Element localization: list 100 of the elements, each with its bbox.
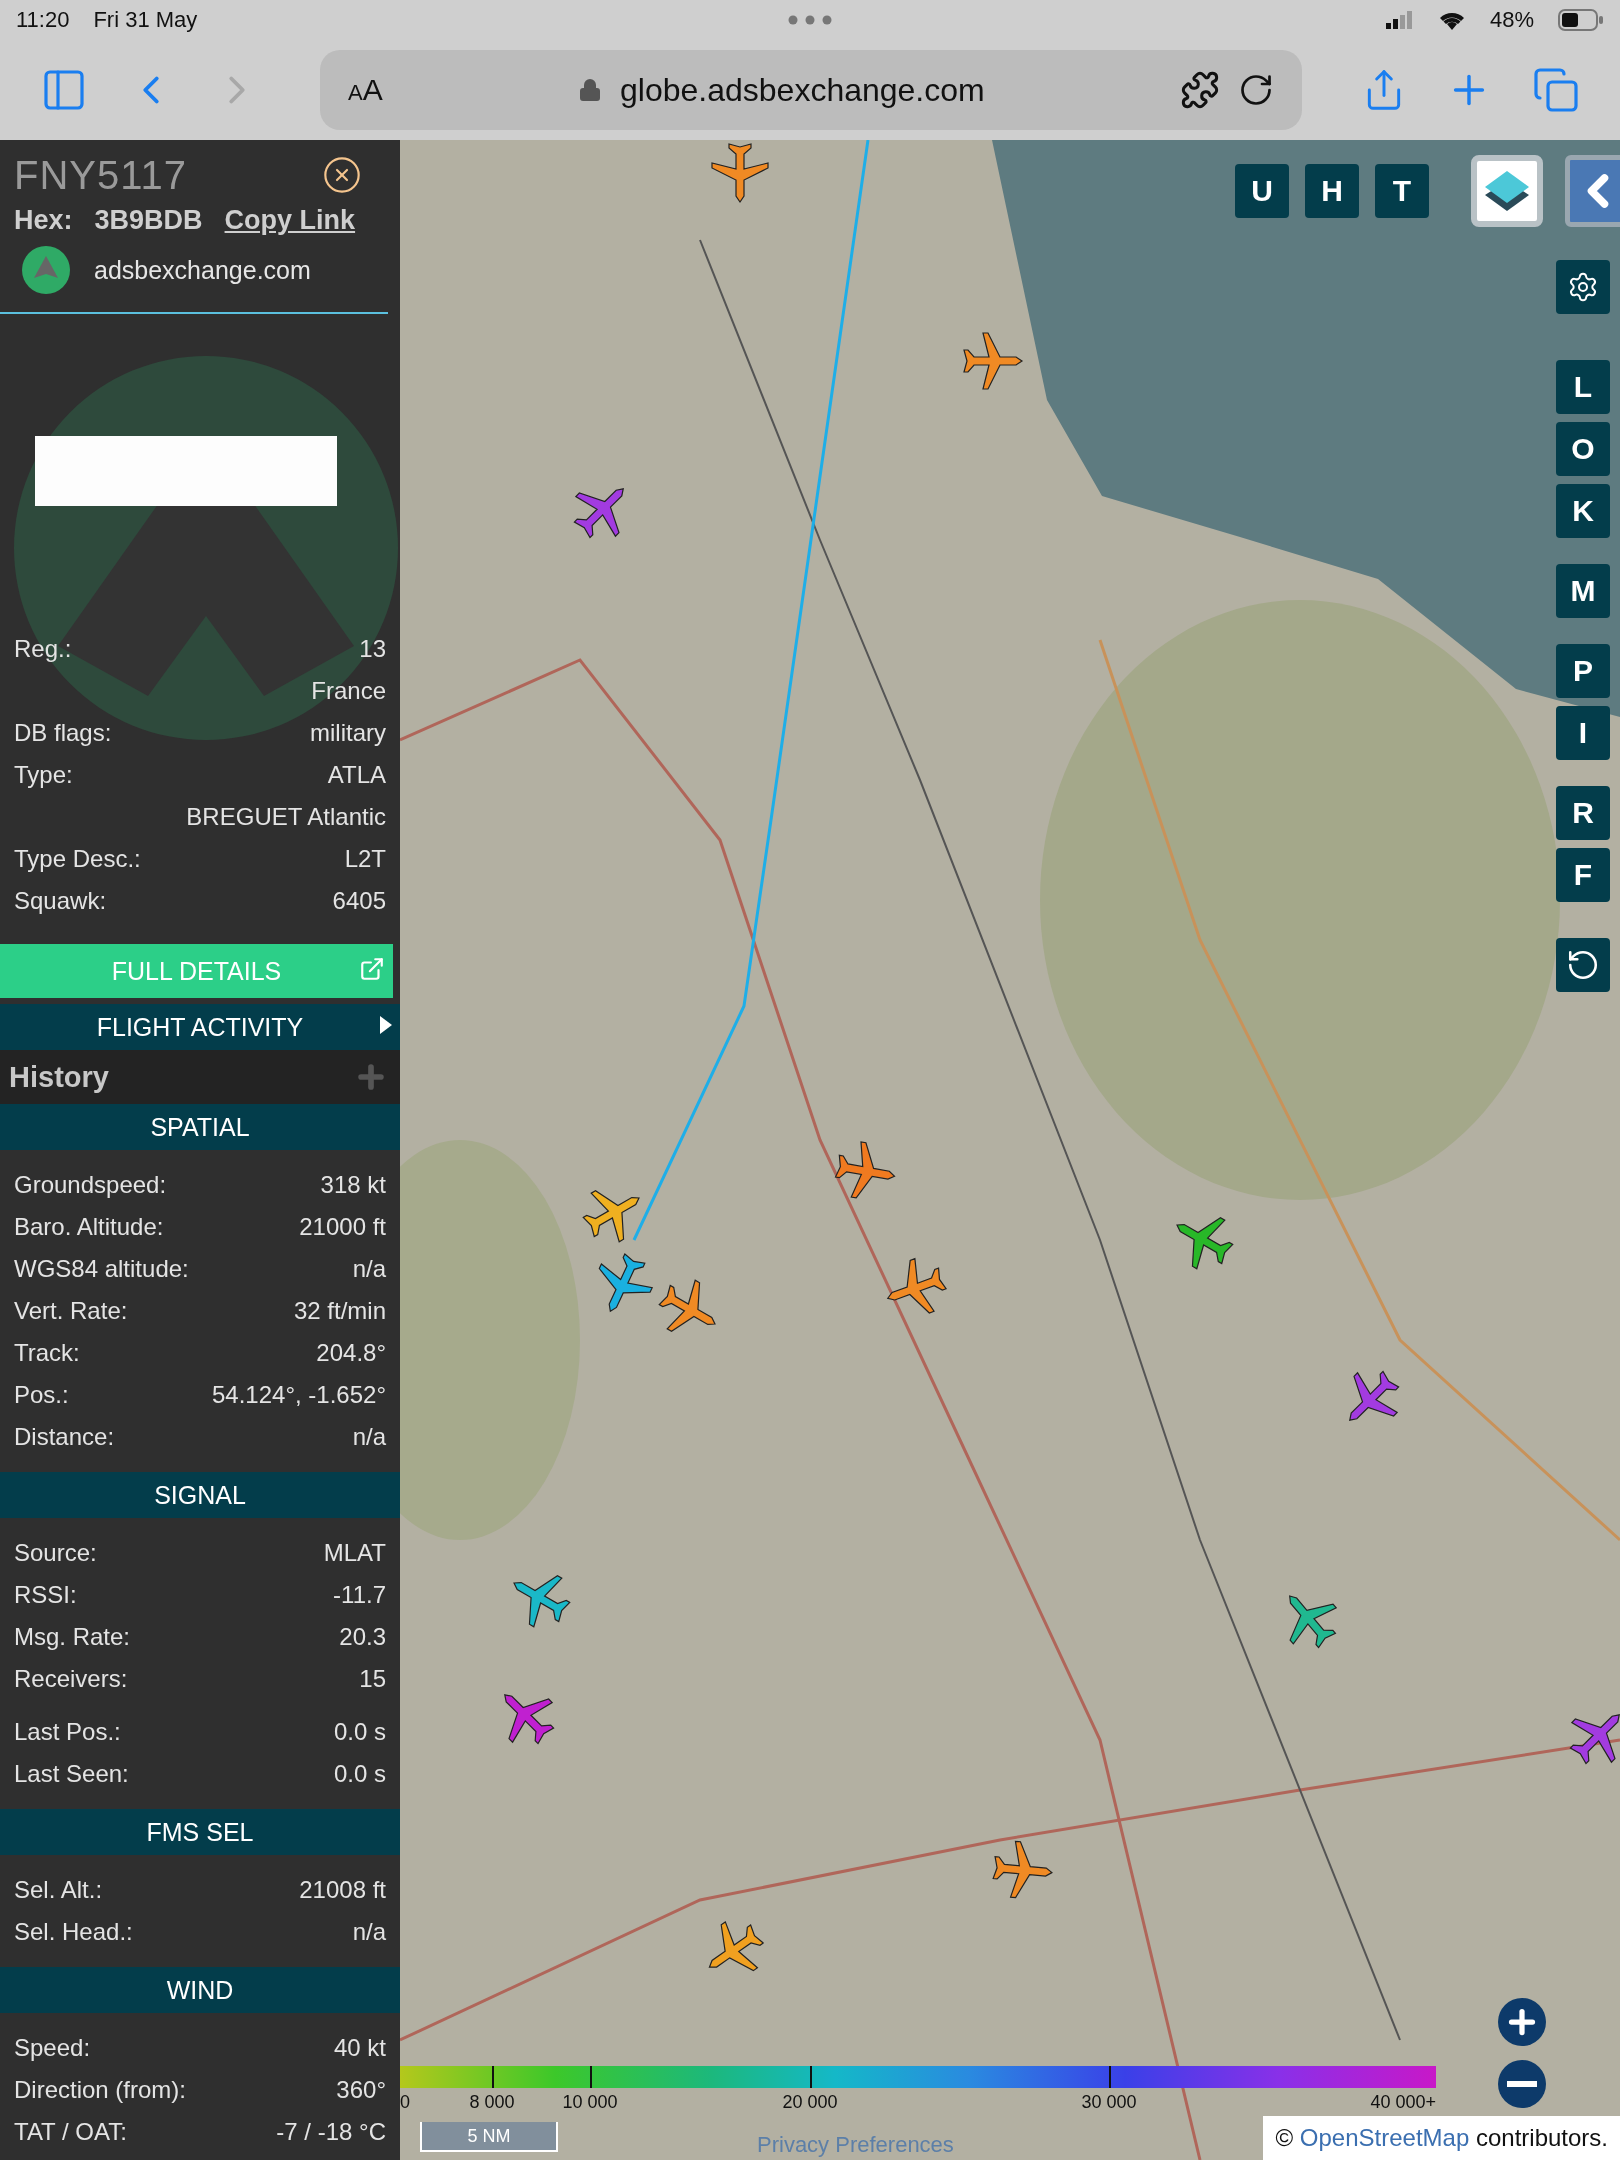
- hex-code: 3B9BDB: [94, 204, 203, 236]
- aircraft-icon[interactable]: [573, 488, 624, 539]
- extension-icon[interactable]: [1180, 70, 1220, 110]
- lock-icon: [578, 78, 602, 102]
- map-toggle-button[interactable]: R: [1556, 786, 1610, 840]
- copy-link[interactable]: Copy Link: [224, 204, 356, 236]
- aircraft-icon[interactable]: [886, 1257, 947, 1314]
- map-toggle-button[interactable]: F: [1556, 848, 1610, 902]
- map-toggle-button[interactable]: U: [1235, 164, 1289, 218]
- aircraft-icon[interactable]: [708, 1920, 765, 1972]
- map-toggle-button[interactable]: K: [1556, 484, 1610, 538]
- field-label: Type Desc.:: [14, 845, 141, 873]
- flight-activity-button[interactable]: FLIGHT ACTIVITY: [0, 1004, 400, 1050]
- field-value: -7 / -18 °C: [276, 2118, 386, 2146]
- replay-button[interactable]: [1556, 938, 1610, 992]
- collapse-button[interactable]: [1565, 155, 1620, 227]
- map-toggle-button[interactable]: H: [1305, 164, 1359, 218]
- field-label: Last Pos.:: [14, 1718, 121, 1746]
- field-value: 204.8°: [316, 1339, 386, 1367]
- section-header: SPATIAL: [0, 1104, 400, 1150]
- aircraft-icon[interactable]: [1349, 1370, 1400, 1421]
- field-label: Receivers:: [14, 1665, 128, 1693]
- hex-label: Hex:: [14, 204, 73, 236]
- aircraft-icon[interactable]: [711, 143, 769, 204]
- aircraft-icon[interactable]: [834, 1141, 896, 1199]
- map-toggle-button[interactable]: L: [1556, 360, 1610, 414]
- layers-icon: [1483, 169, 1531, 213]
- history-bar[interactable]: History: [0, 1050, 400, 1104]
- callsign: FNY5117: [14, 152, 187, 198]
- field-label: Msg. Rate:: [14, 1623, 131, 1651]
- text-size-button[interactable]: AA: [348, 73, 383, 107]
- external-link-icon: [359, 956, 385, 982]
- field-value: n/a: [352, 1255, 386, 1283]
- field-value: 360°: [336, 2076, 386, 2104]
- site-name: adsbexchange.com: [94, 255, 311, 285]
- altitude-label: 20 000: [782, 2092, 838, 2113]
- aircraft-icon[interactable]: [598, 1253, 654, 1313]
- history-title: History: [9, 1060, 109, 1094]
- field-value: L2T: [344, 845, 386, 873]
- replay-icon: [1566, 948, 1600, 982]
- field-label: Speed:: [14, 2034, 91, 2062]
- field-label: WGS84 altitude:: [14, 1255, 189, 1283]
- map-toggle-button[interactable]: O: [1556, 422, 1610, 476]
- field-label: Sel. Head.:: [14, 1918, 133, 1946]
- aircraft-icon[interactable]: [582, 1190, 640, 1243]
- field-label: Reg.:: [14, 635, 72, 663]
- map-toggle-button[interactable]: M: [1556, 564, 1610, 618]
- aircraft-icon[interactable]: [658, 1279, 716, 1332]
- field-label: Vert. Rate:: [14, 1297, 128, 1325]
- battery-percent: 48%: [1489, 7, 1534, 33]
- signal-icon: [1385, 11, 1414, 29]
- field-label: Sel. Alt.:: [14, 1876, 103, 1904]
- close-icon[interactable]: [322, 155, 362, 195]
- aircraft-icon[interactable]: [1289, 1595, 1338, 1649]
- multitask-dots-icon[interactable]: [788, 15, 832, 25]
- openstreetmap-link[interactable]: OpenStreetMap: [1299, 2124, 1470, 2151]
- layers-button[interactable]: [1471, 155, 1543, 227]
- altitude-label: 8 000: [469, 2092, 515, 2113]
- field-value: 15: [359, 1665, 386, 1693]
- field-value: 6405: [332, 887, 386, 915]
- field-label: Distance:: [14, 1423, 115, 1451]
- settings-button[interactable]: [1556, 260, 1610, 314]
- field-value: France: [311, 677, 386, 705]
- map-toggle-button[interactable]: P: [1556, 644, 1610, 698]
- field-label: Type:: [14, 761, 73, 789]
- aircraft-icon[interactable]: [1176, 1217, 1234, 1270]
- minus-icon: [1507, 2081, 1537, 2087]
- field-value: -11.7: [333, 1581, 386, 1609]
- field-value: 21008 ft: [299, 1876, 386, 1904]
- field-value: 318 kt: [320, 1171, 386, 1199]
- tabs-icon[interactable]: [1532, 66, 1580, 114]
- field-label: Source:: [14, 1539, 97, 1567]
- time: 11:20: [16, 7, 70, 33]
- altitude-label: 0: [400, 2092, 410, 2113]
- aircraft-icon[interactable]: [992, 1840, 1053, 1899]
- field-label: Pos.:: [14, 1381, 69, 1409]
- field-value: 13: [359, 635, 386, 663]
- aircraft-icon[interactable]: [1569, 1714, 1620, 1765]
- battery-icon: [1558, 9, 1604, 31]
- caret-icon: [380, 1016, 392, 1034]
- aircraft-icon[interactable]: [513, 1575, 571, 1628]
- field-value: 20.3: [339, 1623, 386, 1651]
- reload-icon[interactable]: [1238, 72, 1274, 108]
- site-logo-icon: [22, 246, 70, 294]
- section-header: WIND: [0, 1967, 400, 2013]
- field-label: TAT / OAT:: [14, 2118, 127, 2146]
- field-label: RSSI:: [14, 1581, 77, 1609]
- altitude-label: 10 000: [562, 2092, 618, 2113]
- settings-icon: [1567, 271, 1599, 303]
- aircraft-icon[interactable]: [504, 1694, 555, 1745]
- field-value: 32 ft/min: [293, 1297, 386, 1325]
- map-toggle-button[interactable]: T: [1375, 164, 1429, 218]
- section-header: SIGNAL: [0, 1472, 400, 1518]
- field-label: Baro. Altitude:: [14, 1213, 164, 1241]
- field-label: Last Seen:: [14, 1760, 129, 1788]
- field-value: ATLA: [327, 761, 386, 789]
- map-toggle-button[interactable]: I: [1556, 706, 1610, 760]
- address-bar[interactable]: AA globe.adsbexchange.com: [320, 50, 1302, 130]
- date: Fri 31 May: [93, 7, 198, 33]
- aircraft-icon[interactable]: [963, 332, 1024, 390]
